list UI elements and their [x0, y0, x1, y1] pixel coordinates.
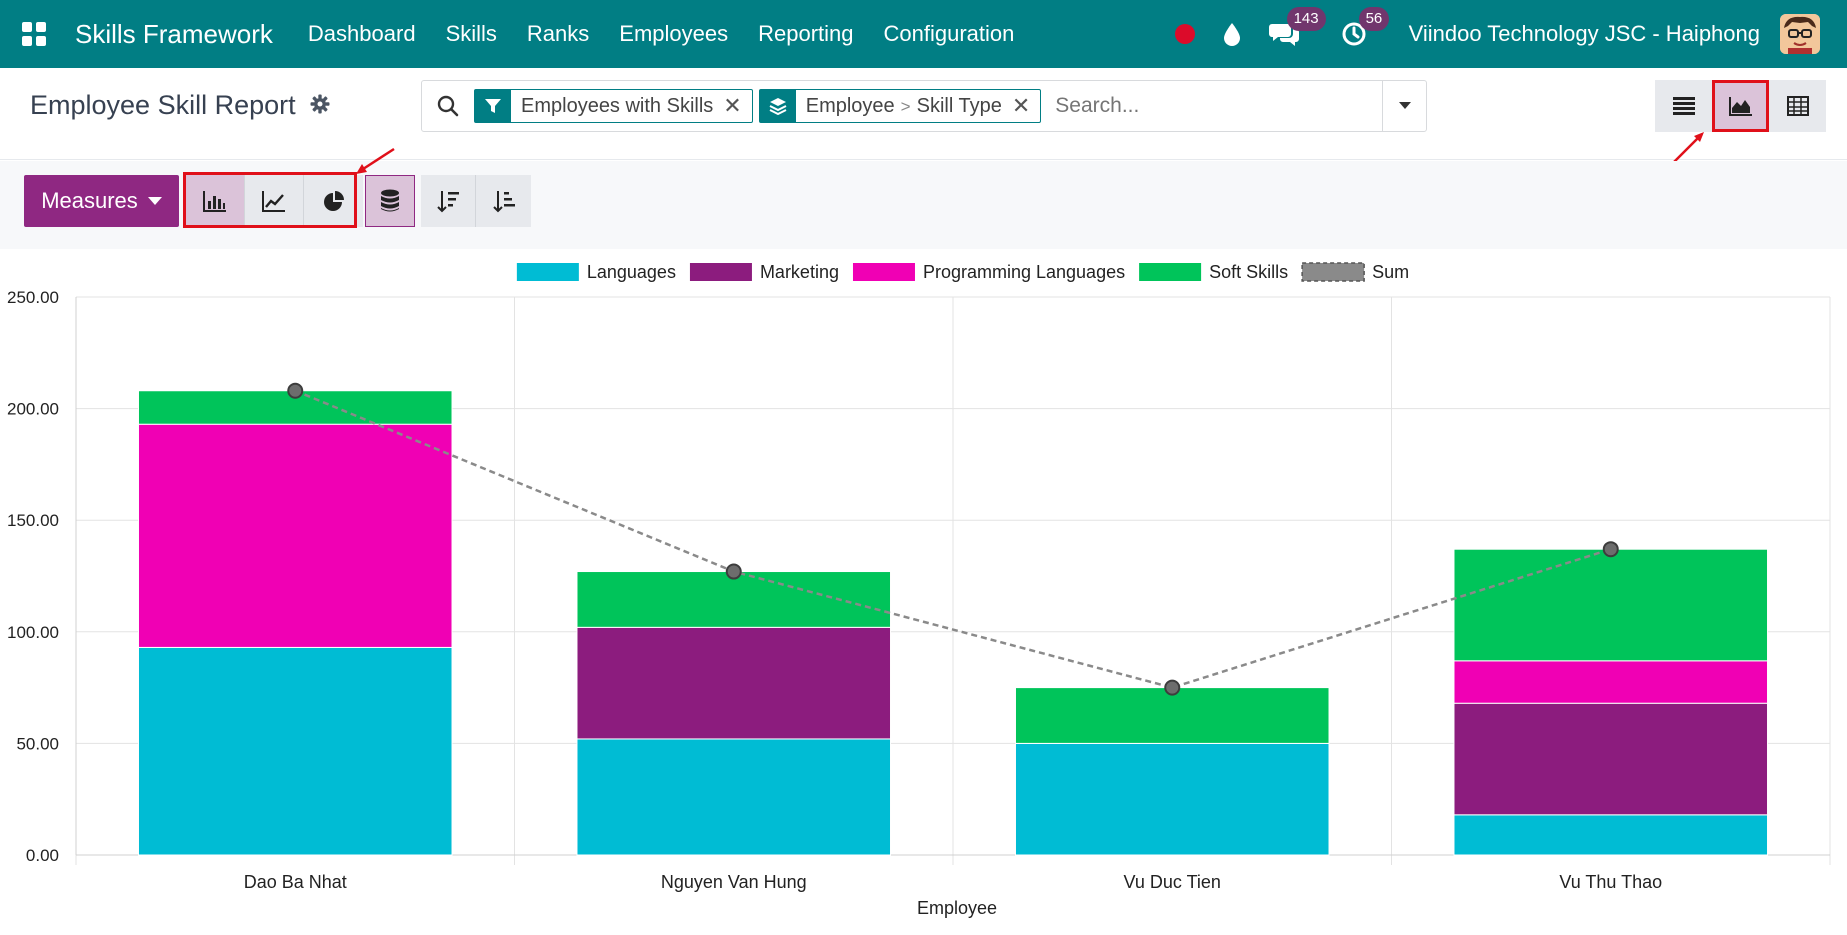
- recording-icon[interactable]: [1174, 24, 1195, 44]
- y-tick-label: 50.00: [16, 734, 59, 753]
- stacked-bar-chart: 0.00 50.00 100.00 150.00 200.00 250.00 Dao Ba …: [7, 262, 1831, 918]
- legend-swatch: [689, 263, 752, 281]
- x-tick-label: Vu Duc Tien: [1124, 872, 1221, 892]
- bar-segment: [576, 626, 892, 740]
- y-tick-label: 200.00: [7, 400, 59, 419]
- user-avatar[interactable]: [1780, 14, 1820, 54]
- sum-point: [1164, 679, 1181, 696]
- menu-skills[interactable]: Skills: [431, 21, 512, 47]
- chart-type-group: [186, 175, 363, 227]
- activities-badge: 56: [1358, 7, 1390, 31]
- menu-ranks[interactable]: Ranks: [512, 21, 604, 47]
- bar-segment: [1453, 660, 1769, 704]
- x-tick-label: Dao Ba Nhat: [244, 872, 347, 892]
- bar-chart-button[interactable]: [186, 175, 245, 227]
- x-axis-title: Employee: [917, 898, 997, 918]
- menu-configuration[interactable]: Configuration: [869, 21, 1030, 47]
- bar-segment: [137, 423, 453, 648]
- pie-chart-button[interactable]: [304, 175, 363, 227]
- list-view-button[interactable]: [1655, 80, 1712, 132]
- search-icon[interactable]: [422, 95, 474, 117]
- systray: 143 56 Viindoo Technology JSC - Haiphong: [1174, 0, 1847, 68]
- graph-view-button[interactable]: [1712, 80, 1769, 132]
- filter-icon: [475, 90, 511, 122]
- sum-point: [1602, 541, 1619, 558]
- legend-swatch: [516, 263, 579, 281]
- bar-segment: [576, 738, 892, 856]
- search-bar: Employees with Skills ✕ Employee > Skill T…: [421, 80, 1427, 132]
- main-menu: Dashboard Skills Ranks Employees Reporti…: [293, 21, 1029, 47]
- groupby-separator: >: [900, 96, 911, 116]
- stacked-toggle-button[interactable]: [365, 175, 415, 227]
- remove-filter-icon[interactable]: ✕: [723, 93, 751, 119]
- groupby-facet-label: Employee > Skill Type: [796, 95, 1012, 118]
- legend-swatch: [1139, 263, 1202, 281]
- groupby-facet: Employee > Skill Type ✕: [758, 89, 1042, 123]
- sort-group: [421, 175, 531, 227]
- legend-label: Languages: [587, 262, 676, 282]
- breadcrumb: Employee Skill Report: [30, 90, 330, 121]
- y-tick-label: 150.00: [7, 511, 59, 530]
- bar-segment: [1453, 548, 1769, 662]
- gear-icon[interactable]: [310, 90, 330, 121]
- search-input[interactable]: [1047, 86, 1382, 126]
- messages-icon[interactable]: 143: [1268, 7, 1326, 47]
- bar-segment: [1014, 742, 1330, 856]
- filter-facet: Employees with Skills ✕: [474, 89, 753, 123]
- bar-segment: [137, 646, 453, 856]
- legend-label: Programming Languages: [923, 262, 1125, 282]
- y-tick-label: 100.00: [7, 623, 59, 642]
- line-chart-button[interactable]: [245, 175, 304, 227]
- apps-menu-icon[interactable]: [0, 0, 68, 68]
- top-navbar: Skills Framework Dashboard Skills Ranks …: [0, 0, 1847, 68]
- groupby-skill-type: Skill Type: [916, 94, 1002, 117]
- activities-icon[interactable]: 56: [1341, 7, 1390, 47]
- measures-dropdown[interactable]: Measures: [24, 175, 179, 227]
- drop-icon[interactable]: [1223, 22, 1241, 46]
- filter-facet-label: Employees with Skills: [521, 94, 714, 117]
- bar-segment: [1014, 687, 1330, 744]
- view-switcher: [1655, 80, 1826, 132]
- menu-reporting[interactable]: Reporting: [743, 21, 868, 47]
- measures-label: Measures: [41, 188, 138, 213]
- y-tick-label: 250.00: [7, 288, 59, 307]
- search-options-toggle[interactable]: [1382, 81, 1426, 131]
- sum-point: [725, 563, 742, 580]
- legend-label: Marketing: [760, 262, 839, 282]
- company-switcher[interactable]: Viindoo Technology JSC - Haiphong: [1409, 21, 1760, 47]
- bar-segment: [1453, 814, 1769, 856]
- x-tick-label: Vu Thu Thao: [1559, 872, 1662, 892]
- y-tick-label: 0.00: [26, 846, 59, 865]
- pivot-view-button[interactable]: [1769, 80, 1826, 132]
- sort-descending-button[interactable]: [421, 175, 476, 227]
- legend-label: Soft Skills: [1209, 262, 1288, 282]
- layers-icon: [759, 90, 796, 122]
- caret-down-icon: [147, 197, 162, 205]
- graph-toolbar: Measures: [0, 161, 1847, 249]
- sum-point: [287, 382, 304, 399]
- stacked-group: [365, 175, 415, 227]
- page-title: Employee Skill Report: [30, 90, 296, 120]
- sort-ascending-button[interactable]: [476, 175, 531, 227]
- menu-dashboard[interactable]: Dashboard: [293, 21, 431, 47]
- bar-segment: [576, 571, 892, 628]
- chart-area: 0.00 50.00 100.00 150.00 200.00 250.00 Dao Ba …: [0, 250, 1847, 930]
- app-brand[interactable]: Skills Framework: [75, 19, 273, 50]
- groupby-employee: Employee: [805, 94, 895, 117]
- x-tick-label: Nguyen Van Hung: [661, 872, 807, 892]
- legend-swatch: [852, 263, 915, 281]
- menu-employees[interactable]: Employees: [604, 21, 743, 47]
- legend-swatch: [1301, 262, 1365, 282]
- remove-groupby-icon[interactable]: ✕: [1012, 93, 1040, 119]
- legend-label: Sum: [1372, 262, 1409, 282]
- control-panel: Employee Skill Report Employees with Ski…: [0, 68, 1847, 160]
- bar-segment: [1453, 702, 1769, 816]
- messages-badge: 143: [1286, 7, 1326, 31]
